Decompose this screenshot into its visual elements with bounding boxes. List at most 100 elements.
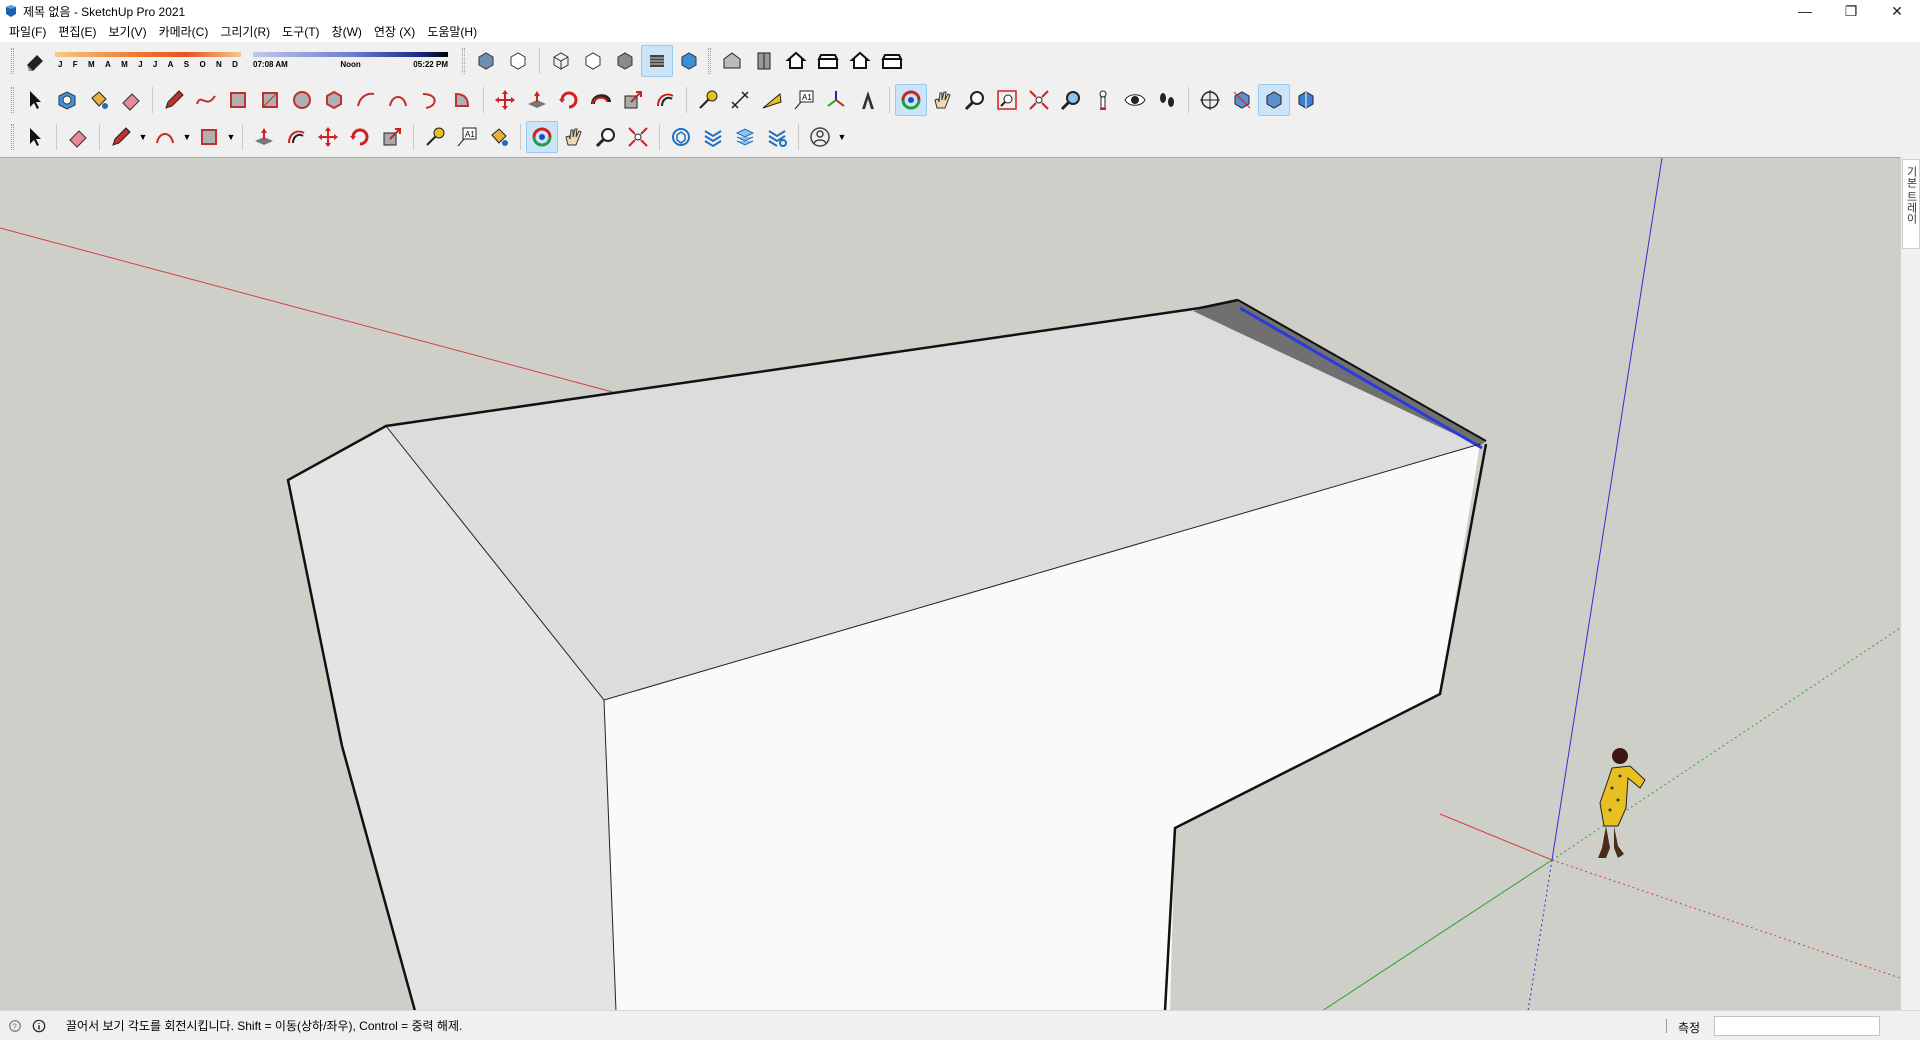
menu-draw[interactable]: 그리기(R) xyxy=(214,22,276,42)
text-tool-button[interactable]: A1 xyxy=(788,84,820,116)
previous-view-button[interactable] xyxy=(1055,84,1087,116)
pan-tool-button-small[interactable] xyxy=(558,121,590,153)
rectangle-tool-button[interactable] xyxy=(222,84,254,116)
top-view-button[interactable] xyxy=(748,45,780,77)
menu-camera[interactable]: 카메라(C) xyxy=(153,22,215,42)
arc-tools-dropdown[interactable]: ▼ xyxy=(181,121,193,153)
toolbar-grip[interactable] xyxy=(11,123,14,150)
monochrome-button[interactable] xyxy=(673,45,705,77)
walk-tool-button[interactable] xyxy=(1151,84,1183,116)
zoom-window-button[interactable] xyxy=(991,84,1023,116)
right-view-button[interactable] xyxy=(812,45,844,77)
account-button[interactable] xyxy=(804,121,836,153)
orbit-tool-button[interactable] xyxy=(895,83,927,116)
close-button[interactable]: ✕ xyxy=(1874,0,1920,22)
back-edges-button[interactable] xyxy=(502,45,534,77)
text-tool-button-small[interactable]: A1 xyxy=(451,121,483,153)
menu-help[interactable]: 도움말(H) xyxy=(421,22,483,42)
push-pull-button-small[interactable] xyxy=(248,121,280,153)
3d-text-button[interactable] xyxy=(852,84,884,116)
eraser-button[interactable] xyxy=(115,84,147,116)
menu-tools[interactable]: 도구(T) xyxy=(276,22,325,42)
eraser-button-small[interactable] xyxy=(62,121,94,153)
toolbar-grip[interactable] xyxy=(11,48,14,74)
move-tool-button[interactable] xyxy=(489,84,521,116)
account-dropdown[interactable]: ▼ xyxy=(836,121,848,153)
shape-tool-button-small[interactable] xyxy=(193,121,225,153)
time-slider-track[interactable] xyxy=(253,52,448,57)
orbit-tool-button-small[interactable] xyxy=(526,120,558,153)
zoom-tool-button[interactable] xyxy=(959,84,991,116)
shadow-time-slider[interactable]: 07:08 AM Noon 05:22 PM xyxy=(253,47,453,75)
move-tool-button-small[interactable] xyxy=(312,121,344,153)
paint-bucket-button[interactable] xyxy=(83,84,115,116)
menu-view[interactable]: 보기(V) xyxy=(102,22,152,42)
shape-tools-dropdown[interactable]: ▼ xyxy=(225,121,237,153)
polygon-tool-button[interactable] xyxy=(318,84,350,116)
date-slider-track[interactable] xyxy=(55,52,241,57)
display-section-cuts-button[interactable] xyxy=(1258,83,1290,116)
line-tool-button[interactable] xyxy=(158,84,190,116)
measurements-input[interactable] xyxy=(1714,1016,1880,1036)
menu-window[interactable]: 창(W) xyxy=(326,22,368,42)
shaded-button[interactable] xyxy=(609,45,641,77)
offset-tool-button[interactable] xyxy=(649,84,681,116)
two-point-arc-button[interactable] xyxy=(382,84,414,116)
dimension-tool-button[interactable] xyxy=(724,84,756,116)
toolbar-grip[interactable] xyxy=(708,48,711,74)
circle-tool-button[interactable] xyxy=(286,84,318,116)
layout-button[interactable] xyxy=(729,121,761,153)
xray-button[interactable] xyxy=(470,45,502,77)
toolbar-grip[interactable] xyxy=(11,86,14,113)
rotated-rectangle-button[interactable] xyxy=(254,84,286,116)
shadow-settings-button[interactable] xyxy=(19,45,51,77)
shadow-date-slider[interactable]: J F M A M J J A S O N D xyxy=(55,47,245,75)
select-tool-button[interactable] xyxy=(19,84,51,116)
select-tool-button-small[interactable] xyxy=(19,121,51,153)
extension-warehouse-button[interactable] xyxy=(697,121,729,153)
restore-button[interactable]: ❐ xyxy=(1828,0,1874,22)
section-plane-button[interactable] xyxy=(1194,84,1226,116)
tape-measure-button-small[interactable] xyxy=(419,121,451,153)
offset-tool-button-small[interactable] xyxy=(280,121,312,153)
zoom-extents-button[interactable] xyxy=(1023,84,1055,116)
hidden-line-button[interactable] xyxy=(577,45,609,77)
rotate-tool-button-small[interactable] xyxy=(344,121,376,153)
minimize-button[interactable]: — xyxy=(1782,0,1828,22)
follow-me-button[interactable] xyxy=(585,84,617,116)
display-section-planes-button[interactable] xyxy=(1226,84,1258,116)
arc-tool-button-small[interactable] xyxy=(149,121,181,153)
scale-tool-button-small[interactable] xyxy=(376,121,408,153)
rotate-tool-button[interactable] xyxy=(553,84,585,116)
three-point-arc-button[interactable] xyxy=(414,84,446,116)
freehand-tool-button[interactable] xyxy=(190,84,222,116)
scale-tool-button[interactable] xyxy=(617,84,649,116)
paint-bucket-button-small[interactable] xyxy=(483,121,515,153)
3d-warehouse-button[interactable] xyxy=(665,121,697,153)
zoom-tool-button-small[interactable] xyxy=(590,121,622,153)
geo-location-icon[interactable]: ? xyxy=(6,1017,24,1035)
left-view-button[interactable] xyxy=(876,45,908,77)
display-section-fill-button[interactable] xyxy=(1290,84,1322,116)
instructor-info-icon[interactable] xyxy=(30,1017,48,1035)
menu-file[interactable]: 파일(F) xyxy=(3,22,52,42)
model-scene[interactable] xyxy=(0,158,1900,1010)
make-component-button[interactable] xyxy=(51,84,83,116)
pan-tool-button[interactable] xyxy=(927,84,959,116)
arc-tool-button[interactable] xyxy=(350,84,382,116)
position-camera-button[interactable] xyxy=(1087,84,1119,116)
toolbar-grip[interactable] xyxy=(462,48,465,74)
protractor-button[interactable] xyxy=(756,84,788,116)
front-view-button[interactable] xyxy=(780,45,812,77)
line-tools-dropdown[interactable]: ▼ xyxy=(137,121,149,153)
pie-tool-button[interactable] xyxy=(446,84,478,116)
menu-extensions[interactable]: 연장 (X) xyxy=(368,22,421,42)
modeling-viewport[interactable] xyxy=(0,157,1900,1010)
back-view-button[interactable] xyxy=(844,45,876,77)
menu-edit[interactable]: 편집(E) xyxy=(52,22,102,42)
push-pull-button[interactable] xyxy=(521,84,553,116)
shaded-with-textures-button[interactable] xyxy=(641,45,673,77)
zoom-extents-button-small[interactable] xyxy=(622,121,654,153)
line-tool-button-small[interactable] xyxy=(105,121,137,153)
tape-measure-button[interactable] xyxy=(692,84,724,116)
